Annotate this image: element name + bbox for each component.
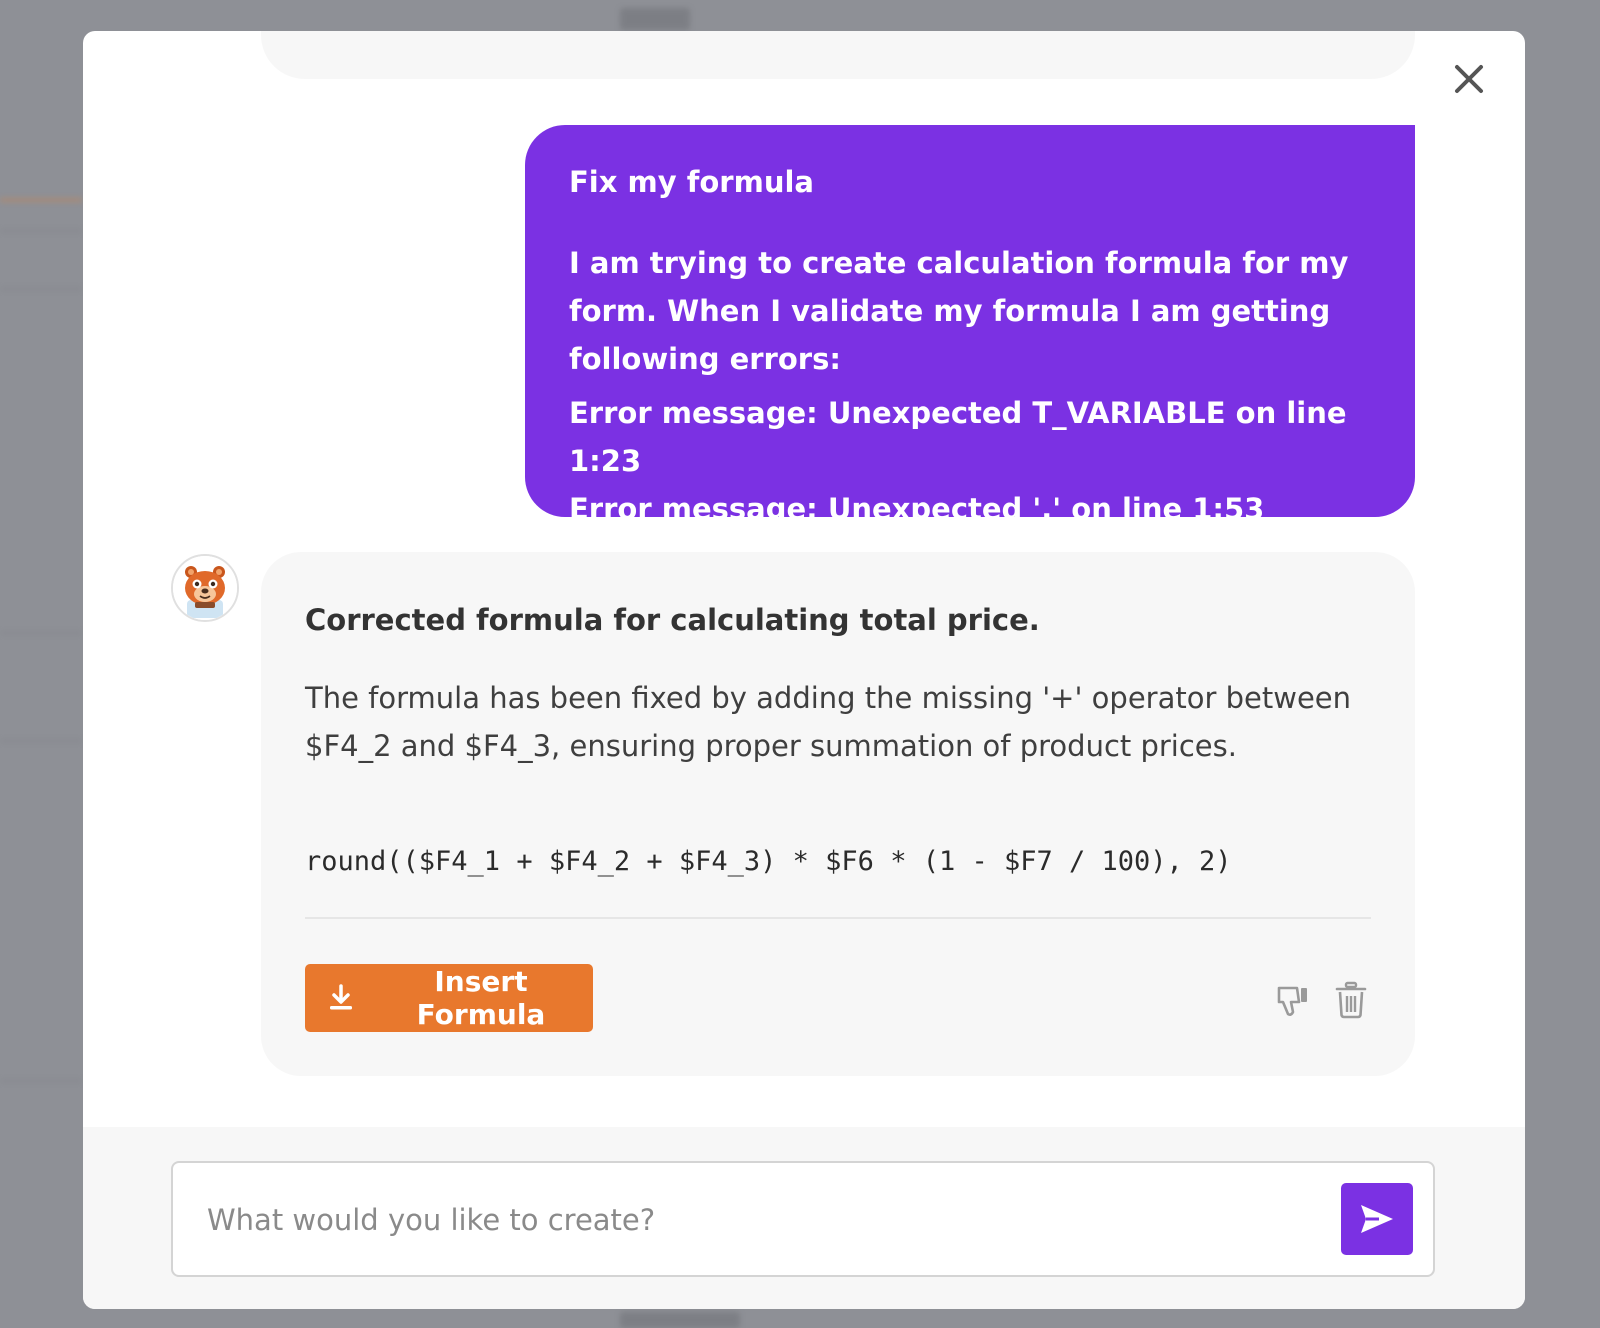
background-divider [0, 230, 82, 232]
send-button[interactable] [1341, 1183, 1413, 1255]
background-divider [0, 632, 82, 634]
chat-thread: Fix my formula I am trying to create cal… [83, 31, 1525, 1127]
background-footer-tab [620, 1312, 740, 1328]
formula-code: round(($F4_1 + $F4_2 + $F4_3) * $F6 * (1… [305, 846, 1232, 877]
bear-mascot-icon [173, 556, 237, 620]
bot-message-description: The formula has been fixed by adding the… [305, 681, 1352, 763]
composer-box [171, 1161, 1435, 1277]
delete-message-button[interactable] [1333, 980, 1369, 1020]
composer-area [83, 1127, 1525, 1309]
user-message-body: I am trying to create calculation formul… [569, 246, 1349, 376]
prompt-input[interactable] [205, 1163, 1309, 1277]
thumbs-down-button[interactable] [1273, 980, 1313, 1020]
user-error-line: Error message: Unexpected T_VARIABLE on … [569, 396, 1347, 478]
ai-chat-modal: Fix my formula I am trying to create cal… [83, 31, 1525, 1309]
background-tab [620, 8, 690, 30]
insert-formula-button[interactable]: Insert Formula [305, 964, 593, 1032]
background-divider [0, 1080, 82, 1082]
background-divider [0, 740, 82, 742]
background-divider [0, 288, 82, 290]
user-error-line: Error message: Unexpected ',' on line 1:… [569, 492, 1265, 526]
thumbs-down-icon [1277, 986, 1307, 1016]
background-active-indicator [0, 198, 82, 202]
previous-bot-message [261, 31, 1415, 79]
message-divider [305, 917, 1371, 919]
bot-avatar [171, 554, 239, 622]
bot-message-bubble: Corrected formula for calculating total … [261, 552, 1415, 1076]
insert-formula-label: Insert Formula [416, 965, 546, 1031]
send-icon [1361, 1205, 1393, 1233]
download-icon [327, 984, 355, 1012]
user-message-title: Fix my formula [569, 165, 814, 199]
bot-message-title: Corrected formula for calculating total … [305, 603, 1040, 637]
user-message-bubble: Fix my formula I am trying to create cal… [525, 125, 1415, 526]
trash-icon [1335, 981, 1367, 1019]
